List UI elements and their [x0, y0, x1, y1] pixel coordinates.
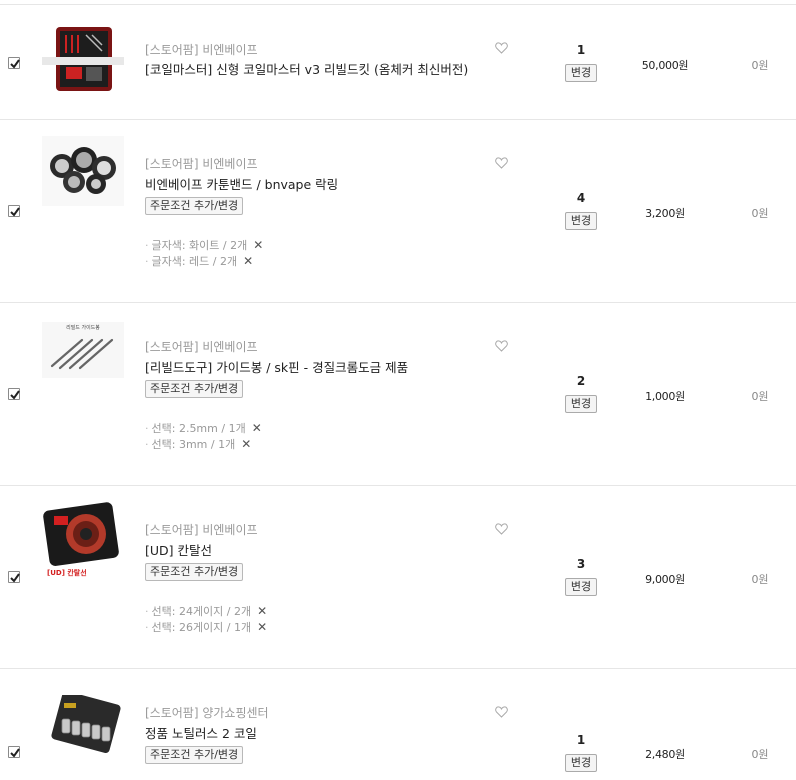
item-price: 50,000원 — [641, 59, 689, 72]
bullet-icon: · — [145, 621, 149, 634]
product-name[interactable]: 비엔베이프 카툰밴드 / bnvape 락링 — [145, 174, 338, 193]
checkmark-icon — [10, 748, 20, 758]
item-checkbox[interactable] — [8, 205, 20, 217]
kanthal-wire-icon — [43, 502, 119, 566]
quantity-value: 2 — [576, 374, 586, 388]
checkmark-icon — [10, 207, 20, 217]
item-discount: 0원 — [751, 573, 769, 586]
option-line: · 글자색: 화이트 / 2개 ✕ — [145, 237, 263, 253]
shop-name[interactable]: [스토어팜] 비엔베이프 — [145, 338, 258, 355]
product-name[interactable]: [리빌드도구] 가이드봉 / sk핀 - 경질크롬도금 제품 — [145, 357, 408, 376]
cart-row: [스토어팜] 비엔베이프 비엔베이프 카툰밴드 / bnvape 락링 주문조건… — [0, 119, 796, 303]
option-line: · 선택: 26게이지 / 1개 ✕ — [145, 619, 267, 635]
option-text: 글자색: 화이트 / 2개 — [151, 239, 248, 252]
quantity-value: 1 — [576, 43, 586, 57]
shop-name[interactable]: [스토어팜] 비엔베이프 — [145, 155, 258, 172]
heart-icon[interactable] — [495, 157, 508, 169]
close-icon[interactable]: ✕ — [257, 620, 267, 634]
close-icon[interactable]: ✕ — [241, 437, 251, 451]
item-price: 3,200원 — [645, 207, 685, 220]
cart-row: [UD] 칸탈선 [스토어팜] 비엔베이프 [UD] 칸탈선 주문조건 추가/변… — [0, 485, 796, 669]
change-quantity-button[interactable]: 변경 — [565, 754, 597, 772]
item-checkbox[interactable] — [8, 57, 20, 69]
item-discount: 0원 — [751, 748, 769, 761]
product-name[interactable]: 정품 노틸러스 2 코일 — [145, 723, 257, 742]
checkmark-icon — [10, 390, 20, 400]
guide-rod-icon — [50, 338, 114, 370]
change-quantity-button[interactable]: 변경 — [565, 578, 597, 596]
option-text: 선택: 26게이지 / 1개 — [151, 621, 252, 634]
thumb-caption: [UD] 칸탈선 — [47, 569, 87, 577]
close-icon[interactable]: ✕ — [253, 238, 263, 252]
bullet-icon: · — [145, 239, 149, 252]
quantity-value: 3 — [576, 557, 586, 571]
item-checkbox[interactable] — [8, 388, 20, 400]
quantity-value: 1 — [576, 733, 586, 747]
item-price: 2,480원 — [645, 748, 685, 761]
bullet-icon: · — [145, 605, 149, 618]
option-line: · 글자색: 레드 / 2개 ✕ — [145, 253, 253, 269]
cart-row: [스토어팜] 비엔베이프 [코일마스터] 신형 코일마스터 v3 리빌드킷 (옴… — [0, 4, 796, 120]
coil-kit-icon — [42, 27, 124, 91]
option-line: · 선택: 24게이지 / 2개 ✕ — [145, 603, 267, 619]
cart-row: 리빌드 가이드봉 [스토어팜] 비엔베이프 [리빌드도구] 가이드봉 / sk핀… — [0, 302, 796, 486]
option-text: 선택: 2.5mm / 1개 — [151, 422, 246, 435]
option-text: 선택: 3mm / 1개 — [151, 438, 236, 451]
bullet-icon: · — [145, 438, 149, 451]
cart-row: [스토어팜] 양가쇼핑센터 정품 노틸러스 2 코일 주문조건 추가/변경 1 … — [0, 668, 796, 780]
nautilus-coil-icon — [51, 695, 121, 754]
bullet-icon: · — [145, 255, 149, 268]
shop-name[interactable]: [스토어팜] 비엔베이프 — [145, 521, 258, 538]
bullet-icon: · — [145, 422, 149, 435]
product-name[interactable]: [UD] 칸탈선 — [145, 540, 212, 559]
change-quantity-button[interactable]: 변경 — [565, 64, 597, 82]
vape-band-icon — [42, 136, 124, 206]
heart-icon[interactable] — [495, 340, 508, 352]
guide-rod-thumbnail: 리빌드 가이드봉 — [42, 322, 124, 378]
product-name[interactable]: [코일마스터] 신형 코일마스터 v3 리빌드킷 (옴체커 최신버전) — [145, 59, 468, 78]
item-discount: 0원 — [751, 207, 769, 220]
shop-name[interactable]: [스토어팜] 비엔베이프 — [145, 41, 258, 58]
option-text: 선택: 24게이지 / 2개 — [151, 605, 252, 618]
kanthal-wire-thumbnail: [UD] 칸탈선 — [42, 502, 124, 582]
order-option-button[interactable]: 주문조건 추가/변경 — [145, 197, 244, 215]
checkmark-icon — [10, 573, 20, 583]
item-checkbox[interactable] — [8, 571, 20, 583]
quantity-value: 4 — [576, 191, 586, 205]
close-icon[interactable]: ✕ — [243, 254, 253, 268]
order-option-button[interactable]: 주문조건 추가/변경 — [145, 746, 244, 764]
option-line: · 선택: 3mm / 1개 ✕ — [145, 436, 251, 452]
shop-name[interactable]: [스토어팜] 양가쇼핑센터 — [145, 704, 269, 721]
item-discount: 0원 — [751, 59, 769, 72]
option-text: 글자색: 레드 / 2개 — [151, 255, 238, 268]
heart-icon[interactable] — [495, 706, 508, 718]
item-discount: 0원 — [751, 390, 769, 403]
checkmark-icon — [10, 59, 20, 69]
order-option-button[interactable]: 주문조건 추가/변경 — [145, 380, 244, 398]
item-price: 9,000원 — [645, 573, 685, 586]
order-option-button[interactable]: 주문조건 추가/변경 — [145, 563, 244, 581]
heart-icon[interactable] — [495, 523, 508, 535]
option-line: · 선택: 2.5mm / 1개 ✕ — [145, 420, 262, 436]
item-price: 1,000원 — [645, 390, 685, 403]
close-icon[interactable]: ✕ — [257, 604, 267, 618]
close-icon[interactable]: ✕ — [252, 421, 262, 435]
change-quantity-button[interactable]: 변경 — [565, 212, 597, 230]
item-checkbox[interactable] — [8, 746, 20, 758]
change-quantity-button[interactable]: 변경 — [565, 395, 597, 413]
heart-icon[interactable] — [495, 42, 508, 54]
